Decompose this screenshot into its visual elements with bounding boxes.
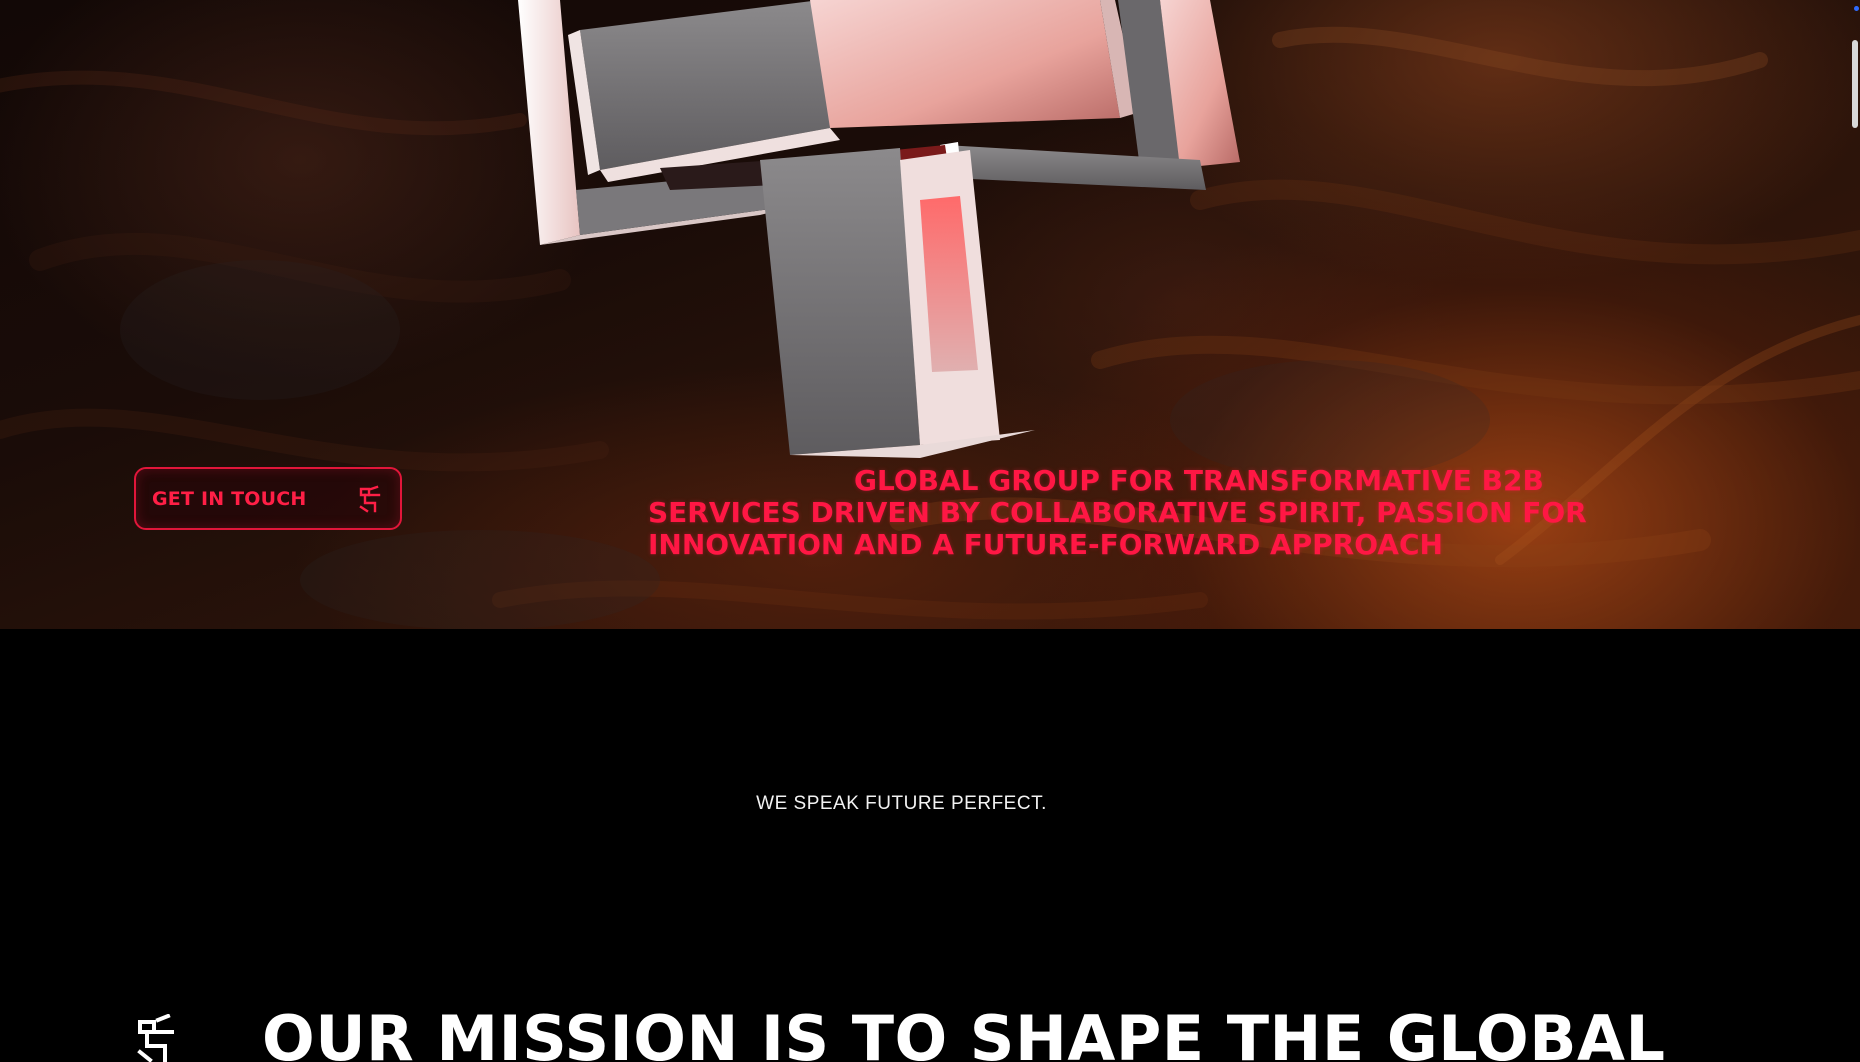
hero-section: GET IN TOUCH GLOBAL GROUP FOR TRANSFORMA… bbox=[0, 0, 1860, 629]
motto-text: WE SPEAK FUTURE PERFECT. bbox=[756, 793, 1047, 814]
hero-3d-sculpture bbox=[518, 0, 1240, 458]
vertical-scrollbar[interactable] bbox=[1850, 0, 1860, 1062]
get-in-touch-label: GET IN TOUCH bbox=[152, 487, 307, 510]
tagline-line-3: INNOVATION AND A FUTURE-FORWARD APPROACH bbox=[648, 528, 1443, 561]
mission-heading: OUR MISSION IS TO SHAPE THE GLOBAL bbox=[262, 1002, 1666, 1062]
brand-mark-icon bbox=[134, 1013, 180, 1062]
scrollbar-thumb[interactable] bbox=[1852, 40, 1858, 128]
tagline-line-2: SERVICES DRIVEN BY COLLABORATIVE SPIRIT,… bbox=[648, 496, 1587, 529]
brand-mark-icon bbox=[356, 484, 384, 513]
page: GET IN TOUCH GLOBAL GROUP FOR TRANSFORMA… bbox=[0, 0, 1860, 1062]
hero-tagline: GLOBAL GROUP FOR TRANSFORMATIVE B2B SERV… bbox=[648, 464, 1587, 561]
corner-indicator-dot bbox=[1854, 6, 1859, 11]
get-in-touch-button[interactable]: GET IN TOUCH bbox=[134, 467, 402, 530]
tagline-line-1: GLOBAL GROUP FOR TRANSFORMATIVE B2B bbox=[854, 464, 1544, 497]
